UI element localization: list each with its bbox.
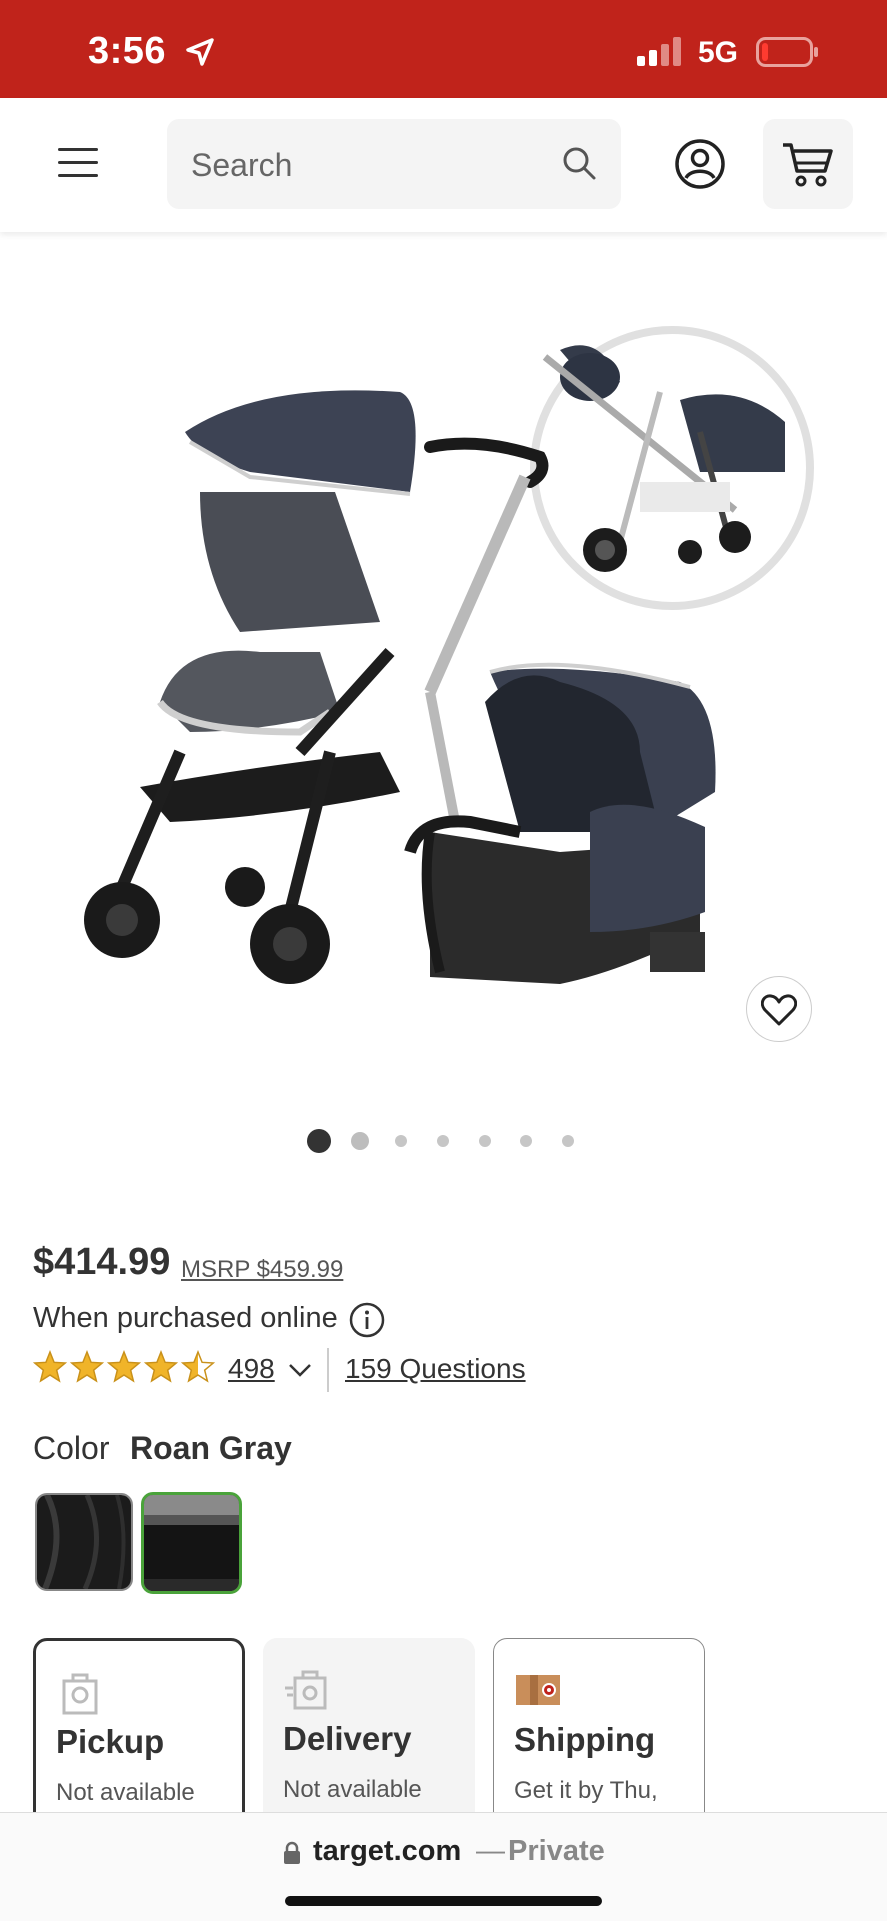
- store-pickup-icon: [62, 1673, 98, 1715]
- home-indicator[interactable]: [285, 1896, 602, 1906]
- location-arrow-icon: [186, 38, 214, 66]
- card-title: Delivery: [283, 1720, 412, 1757]
- hamburger-menu-icon[interactable]: [58, 148, 98, 180]
- product-image[interactable]: [0, 232, 887, 1102]
- purchase-note: When purchased online: [33, 1302, 338, 1334]
- infant-car-seat-image: [404, 662, 716, 984]
- card-subtitle: Not available: [56, 1779, 195, 1806]
- card-subtitle: Not available: [283, 1776, 422, 1803]
- inset-double-stroller-image: [530, 326, 814, 610]
- cart-button[interactable]: [763, 119, 853, 209]
- url-separator: —: [476, 1835, 505, 1867]
- carousel-dot[interactable]: [437, 1135, 449, 1147]
- color-value: Roan Gray: [130, 1430, 292, 1466]
- url-domain[interactable]: target.com: [313, 1835, 461, 1868]
- header-scrolled-content: [30, 98, 810, 100]
- info-icon[interactable]: [349, 1302, 385, 1338]
- browser-address-bar[interactable]: target.com — Private: [0, 1812, 887, 1921]
- color-label: Color: [33, 1430, 110, 1466]
- questions-link[interactable]: 159 Questions: [345, 1353, 526, 1385]
- color-swatch-roan-gray[interactable]: [141, 1492, 242, 1594]
- carousel-dot[interactable]: [307, 1129, 331, 1153]
- cellular-signal-icon: [637, 37, 681, 66]
- star-icon: [69, 1350, 105, 1383]
- private-mode-label: Private: [508, 1835, 605, 1867]
- cart-icon: [783, 143, 833, 187]
- star-icon: [180, 1350, 216, 1383]
- star-icon: [106, 1350, 142, 1383]
- search-input[interactable]: Search: [167, 119, 621, 209]
- carousel-dot[interactable]: [562, 1135, 574, 1147]
- card-title: Shipping: [514, 1721, 656, 1758]
- star-icon: [143, 1350, 179, 1383]
- chevron-down-icon[interactable]: [287, 1360, 313, 1380]
- account-icon[interactable]: [674, 138, 726, 190]
- divider: [327, 1348, 329, 1392]
- card-title: Pickup: [56, 1723, 165, 1760]
- price: $414.99: [33, 1241, 171, 1283]
- network-type: 5G: [698, 36, 739, 69]
- reviews-count[interactable]: 498: [228, 1353, 275, 1385]
- favorite-button[interactable]: [746, 976, 812, 1042]
- carousel-dot[interactable]: [351, 1132, 369, 1150]
- site-header: Search: [0, 98, 887, 232]
- color-swatch-black[interactable]: [35, 1493, 133, 1591]
- star-icon: [33, 1350, 68, 1383]
- carousel-dot[interactable]: [520, 1135, 532, 1147]
- search-icon[interactable]: [559, 143, 599, 183]
- same-day-delivery-icon: [285, 1670, 327, 1710]
- carousel-dot[interactable]: [395, 1135, 407, 1147]
- status-time: 3:56: [88, 30, 167, 72]
- rating-stars[interactable]: [33, 1350, 217, 1384]
- search-placeholder: Search: [191, 147, 293, 183]
- carousel-dot[interactable]: [479, 1135, 491, 1147]
- image-carousel-dots: [0, 1128, 887, 1154]
- battery-low-icon: [756, 37, 818, 67]
- shipping-box-icon: [516, 1675, 560, 1705]
- card-subtitle: Get it by Thu,: [514, 1777, 658, 1804]
- msrp-link[interactable]: MSRP $459.99: [181, 1256, 343, 1284]
- status-bar: 3:56 5G: [0, 0, 887, 98]
- lock-icon: [284, 1841, 300, 1864]
- heart-icon: [761, 994, 797, 1026]
